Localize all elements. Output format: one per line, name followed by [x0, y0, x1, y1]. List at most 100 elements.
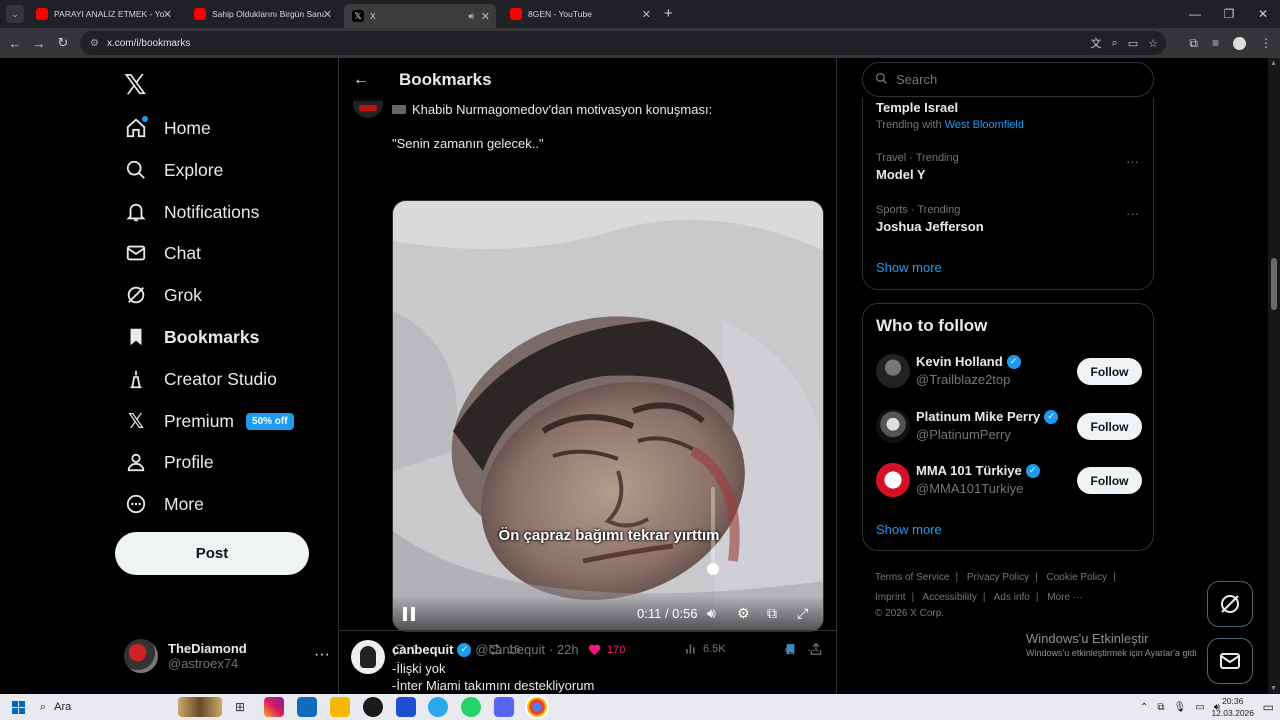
close-icon[interactable]: ✕	[481, 10, 490, 23]
browser-tab[interactable]: Sahip Olduklarını Birgün Sana S ✕	[186, 4, 338, 24]
extensions-icon[interactable]: ⧉	[1189, 36, 1198, 51]
browser-menu-icon[interactable]: ⋮	[1260, 36, 1272, 50]
back-arrow-icon[interactable]: ←	[353, 71, 369, 89]
media-icon[interactable]: ≡	[1212, 36, 1219, 50]
window-close-button[interactable]: ✕	[1246, 0, 1280, 28]
avatar[interactable]	[876, 354, 910, 388]
footer-link[interactable]: Cookie Policy	[1047, 572, 1108, 583]
app-icon[interactable]	[396, 697, 416, 717]
trend-item[interactable]: Travel · Trending Model Y	[876, 152, 959, 182]
footer-link[interactable]: Privacy Policy	[967, 572, 1029, 583]
cast-icon[interactable]: ▭	[1128, 37, 1138, 50]
follow-suggestion[interactable]: Platinum Mike Perry ✓ @PlatinumPerry Foll…	[876, 409, 1142, 445]
avatar[interactable]	[876, 463, 910, 497]
site-info-icon[interactable]: ⚙	[90, 38, 99, 49]
tray-icon[interactable]: ⧉	[1157, 702, 1164, 713]
search-box[interactable]	[862, 62, 1154, 97]
grok-floating-button[interactable]	[1207, 581, 1253, 627]
footer-link[interactable]: Imprint	[875, 592, 906, 603]
more-dots-icon[interactable]: ···	[314, 646, 330, 664]
tweet-author-handle[interactable]: @canbequit	[475, 642, 545, 657]
browser-tab[interactable]: 8GEN - YouTube ✕	[502, 4, 657, 24]
nav-item-premium[interactable]: 𝕏 Premium 50% off	[124, 401, 294, 441]
zoom-icon[interactable]: ⌕	[1112, 37, 1118, 50]
nav-item-explore[interactable]: Explore	[124, 150, 223, 190]
follow-suggestion[interactable]: MMA 101 Türkiye ✓ @MMA101Turkiye Follow	[876, 463, 1142, 499]
browser-tab-active[interactable]: 𝕏 X 🔊︎ ✕	[344, 4, 496, 28]
minimize-button[interactable]: —	[1178, 0, 1212, 28]
profile-icon[interactable]	[1233, 36, 1246, 50]
speaker-icon[interactable]: 🔊︎	[468, 11, 474, 22]
footer-link[interactable]: Ads info	[994, 592, 1030, 603]
instagram-icon[interactable]	[264, 697, 284, 717]
browser-tab[interactable]: PARAYI ANALİZ ETMEK - YouTu ✕	[28, 4, 178, 24]
volume-slider-handle[interactable]	[707, 563, 719, 575]
views-button[interactable]: 6.5K	[684, 642, 726, 656]
address-bar[interactable]: ⚙ x.com/i/bookmarks 文 ⌕ ▭ ☆	[80, 31, 1166, 55]
app-icon[interactable]	[363, 697, 383, 717]
video-player[interactable]: Ön çapraz bağımı tekrar yırttım 0:11 / 0…	[392, 200, 824, 632]
footer-link[interactable]: Accessibility	[922, 592, 976, 603]
whatsapp-icon[interactable]	[461, 697, 481, 717]
messages-floating-button[interactable]	[1207, 638, 1253, 684]
trend-item[interactable]: Sports · Trending Joshua Jefferson	[876, 204, 984, 234]
scroll-down-icon[interactable]: ▼	[1270, 685, 1277, 692]
footer-link[interactable]: More ···	[1047, 592, 1083, 603]
outlook-icon[interactable]	[297, 697, 317, 717]
close-icon[interactable]: ✕	[163, 8, 172, 21]
nav-item-bookmarks[interactable]: Bookmarks	[124, 317, 259, 357]
new-tab-button[interactable]: +	[664, 5, 673, 22]
x-logo-icon[interactable]: 𝕏	[124, 68, 147, 101]
search-highlight-image[interactable]	[178, 697, 222, 717]
trend-item[interactable]: Temple Israel Trending with West Bloomfi…	[876, 100, 1024, 131]
grok-icon[interactable]: ⊘	[784, 642, 795, 658]
chrome-icon[interactable]	[525, 695, 549, 719]
more-dots-icon[interactable]: ···	[807, 642, 820, 658]
notification-icon[interactable]: ▭	[1263, 700, 1274, 714]
pip-icon[interactable]: ⧉	[767, 605, 777, 622]
reload-icon[interactable]: ↻	[51, 35, 75, 51]
translate-icon[interactable]: 文	[1091, 35, 1102, 51]
taskbar-clock[interactable]: 20:36 12.03.2026	[1211, 695, 1254, 719]
network-icon[interactable]: ▭	[1195, 702, 1204, 713]
nav-item-notifications[interactable]: Notifications	[124, 192, 259, 232]
more-dots-icon[interactable]: ···	[1126, 154, 1139, 169]
file-explorer-icon[interactable]	[330, 697, 350, 717]
scroll-up-icon[interactable]: ▲	[1270, 60, 1277, 67]
avatar[interactable]	[351, 640, 385, 674]
page-scrollbar[interactable]: ▲ ▼	[1268, 58, 1280, 694]
discord-icon[interactable]	[494, 697, 514, 717]
restore-button[interactable]: ❐	[1212, 0, 1246, 28]
nav-item-profile[interactable]: Profile	[124, 442, 214, 482]
follow-button[interactable]: Follow	[1077, 467, 1142, 494]
follow-button[interactable]: Follow	[1077, 413, 1142, 440]
nav-item-more[interactable]: More	[124, 484, 204, 524]
like-button[interactable]: 170	[587, 642, 625, 657]
nav-item-grok[interactable]: Grok	[124, 275, 202, 315]
close-icon[interactable]: ✕	[642, 8, 651, 21]
scrollbar-thumb[interactable]	[1271, 258, 1277, 310]
volume-slider[interactable]	[711, 487, 715, 573]
who-to-follow-show-more-link[interactable]: Show more	[876, 522, 942, 537]
settings-gear-icon[interactable]: ⚙	[737, 605, 750, 622]
avatar[interactable]	[876, 409, 910, 443]
task-view-icon[interactable]: ⊞	[230, 697, 250, 717]
avatar[interactable]	[353, 98, 383, 118]
trend-link[interactable]: West Bloomfield	[945, 119, 1024, 131]
nav-item-chat[interactable]: Chat	[124, 233, 201, 273]
follow-suggestion[interactable]: Kevin Holland ✓ @Trailblaze2top Follow	[876, 354, 1142, 390]
chevron-up-icon[interactable]: ⌃	[1140, 702, 1148, 713]
microphone-icon[interactable]: 🎙︎	[1174, 702, 1187, 713]
volume-icon[interactable]: 🔊︎	[707, 605, 716, 622]
close-icon[interactable]: ✕	[323, 8, 332, 21]
post-button[interactable]: Post	[115, 532, 309, 575]
search-input[interactable]	[896, 72, 1116, 87]
telegram-icon[interactable]	[428, 697, 448, 717]
trends-show-more-link[interactable]: Show more	[876, 260, 942, 275]
tab-search-button[interactable]: ⌄	[6, 5, 24, 23]
fullscreen-icon[interactable]: ⤢	[797, 605, 808, 622]
forward-icon[interactable]: →	[27, 36, 51, 51]
nav-item-home[interactable]: Home	[124, 108, 211, 148]
follow-button[interactable]: Follow	[1077, 358, 1142, 385]
windows-start-icon[interactable]	[8, 697, 28, 717]
